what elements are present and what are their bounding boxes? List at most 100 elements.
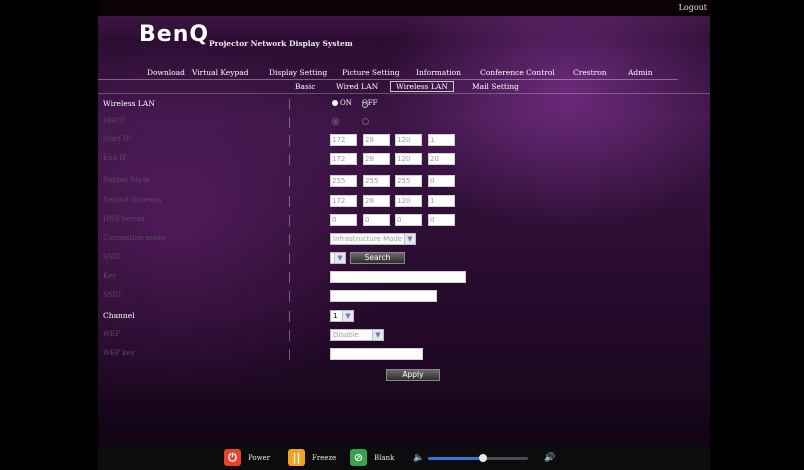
subnet-octet-1[interactable]: 255 xyxy=(330,175,357,187)
tab-virtual-keypad[interactable]: Virtual Keypad xyxy=(192,68,249,77)
divider xyxy=(289,311,290,322)
divider xyxy=(289,330,290,341)
tab-display-setting[interactable]: Display Setting xyxy=(269,68,327,77)
freeze-label[interactable]: Freeze xyxy=(312,454,336,462)
label-ssid: SSID xyxy=(103,253,121,261)
volume-down-icon[interactable]: 🔈 xyxy=(413,453,424,463)
label-subnet-mask: Subnet Mask xyxy=(103,176,150,184)
end-ip-octet-1[interactable]: 172 xyxy=(330,153,357,165)
apply-button[interactable]: Apply xyxy=(386,369,440,381)
tab-picture-setting[interactable]: Picture Setting xyxy=(342,68,400,77)
subnet-octet-4[interactable]: 0 xyxy=(428,175,455,187)
chevron-down-icon: ▼ xyxy=(334,253,345,263)
row-wep-key: WEP key xyxy=(98,345,710,363)
divider xyxy=(289,291,290,302)
radio-wireless-off[interactable]: OFF xyxy=(362,99,377,108)
wep-select[interactable]: Disable ▼ xyxy=(330,329,384,341)
gateway-octet-4[interactable]: 1 xyxy=(428,195,455,207)
power-label[interactable]: Power xyxy=(248,454,270,462)
dns-octet-1[interactable]: 0 xyxy=(330,214,357,226)
end-ip-octet-4[interactable]: 20 xyxy=(428,153,455,165)
gateway-octet-2[interactable]: 28 xyxy=(363,195,390,207)
page-title: Projector Network Display System xyxy=(209,39,353,48)
divider xyxy=(289,272,290,283)
chevron-down-icon: ▼ xyxy=(372,330,383,340)
divider xyxy=(289,253,290,264)
power-icon[interactable]: ⏻ xyxy=(224,449,241,466)
start-ip-octet-1[interactable]: 172 xyxy=(330,134,357,146)
radio-dot-icon xyxy=(332,100,338,106)
blank-icon[interactable]: ⊘ xyxy=(350,449,367,466)
connection-mode-select[interactable]: Infrastructure Mode ▼ xyxy=(330,233,416,245)
start-ip-octet-4[interactable]: 1 xyxy=(428,134,455,146)
row-wep: WEP Disable ▼ xyxy=(98,326,710,344)
divider xyxy=(289,234,290,245)
tab-conference-control[interactable]: Conference Control xyxy=(480,68,555,77)
label-wep: WEP xyxy=(103,330,121,338)
volume-knob[interactable] xyxy=(479,454,487,462)
tab-download[interactable]: Download xyxy=(147,68,185,77)
logout-link[interactable]: Logout xyxy=(679,3,707,12)
gateway-octet-1[interactable]: 172 xyxy=(330,195,357,207)
dns-octet-4[interactable]: 0 xyxy=(428,214,455,226)
chevron-down-icon: ▼ xyxy=(342,311,353,321)
ssid-select[interactable]: ▼ xyxy=(330,252,346,264)
label-start-ip: Start IP xyxy=(103,135,131,143)
gateway-octet-3[interactable]: 120 xyxy=(395,195,422,207)
ssid-input[interactable] xyxy=(330,290,437,302)
freeze-icon[interactable]: || xyxy=(288,449,305,466)
subtab-mail-setting[interactable]: Mail Setting xyxy=(472,82,519,91)
benq-logo: BenQ xyxy=(139,22,210,47)
radio-dhcp-off[interactable] xyxy=(362,117,371,125)
key-input[interactable] xyxy=(330,271,466,283)
row-wireless-lan: Wireless LAN ON OFF xyxy=(98,95,710,113)
bottom-control-bar: ⏻ Power || Freeze ⊘ Blank 🔈 🔊 xyxy=(98,445,710,470)
row-channel: Channel 1 ▼ xyxy=(98,307,710,325)
subnet-octet-3[interactable]: 255 xyxy=(395,175,422,187)
label-wep-key: WEP key xyxy=(103,349,135,357)
label-key: Key xyxy=(103,272,117,280)
radio-selected-icon xyxy=(362,102,368,108)
divider xyxy=(289,154,290,165)
wep-key-input[interactable] xyxy=(330,348,423,360)
subtab-wireless-lan[interactable]: Wireless LAN xyxy=(390,81,454,92)
search-button[interactable]: Search xyxy=(350,252,405,264)
row-ssid-select: SSID ▼ Search xyxy=(98,249,710,267)
label-ssid-text: SSID xyxy=(103,291,121,299)
divider xyxy=(289,215,290,226)
label-connection-mode: Connection mode xyxy=(103,234,166,242)
radio-dot-icon xyxy=(362,117,369,125)
dns-octet-2[interactable]: 0 xyxy=(363,214,390,226)
radio-dhcp-on[interactable] xyxy=(332,117,341,125)
subnet-octet-2[interactable]: 255 xyxy=(363,175,390,187)
label-end-ip: End IP xyxy=(103,154,127,162)
chevron-down-icon: ▼ xyxy=(404,234,415,244)
row-dns-server: DNS Server 0 0 0 0 xyxy=(98,211,710,229)
volume-fill xyxy=(428,457,483,460)
row-apply: Apply xyxy=(98,366,710,384)
tab-crestron[interactable]: Crestron xyxy=(573,68,607,77)
volume-slider[interactable] xyxy=(428,454,528,462)
end-ip-octet-2[interactable]: 28 xyxy=(363,153,390,165)
start-ip-octet-3[interactable]: 120 xyxy=(395,134,422,146)
row-start-ip: Start IP 172 28 120 1 xyxy=(98,131,710,149)
subtab-basic[interactable]: Basic xyxy=(295,82,315,91)
radio-wireless-on[interactable]: ON xyxy=(332,99,352,107)
start-ip-octet-2[interactable]: 28 xyxy=(363,134,390,146)
tab-admin[interactable]: Admin xyxy=(628,68,653,77)
end-ip-octet-3[interactable]: 120 xyxy=(395,153,422,165)
label-channel: Channel xyxy=(103,311,135,320)
divider xyxy=(289,349,290,360)
channel-select[interactable]: 1 ▼ xyxy=(330,310,354,322)
tab-information[interactable]: Information xyxy=(416,68,461,77)
volume-up-icon[interactable]: 🔊 xyxy=(544,453,555,463)
dns-octet-3[interactable]: 0 xyxy=(395,214,422,226)
label-dhcp: DHCP xyxy=(103,117,125,125)
top-bar: Logout xyxy=(98,0,710,16)
divider xyxy=(289,196,290,207)
header-divider xyxy=(98,93,710,94)
divider xyxy=(289,135,290,146)
blank-label[interactable]: Blank xyxy=(374,454,394,462)
row-default-gateway: Default Gateway 172 28 120 1 xyxy=(98,192,710,210)
subtab-wired-lan[interactable]: Wired LAN xyxy=(336,82,378,91)
